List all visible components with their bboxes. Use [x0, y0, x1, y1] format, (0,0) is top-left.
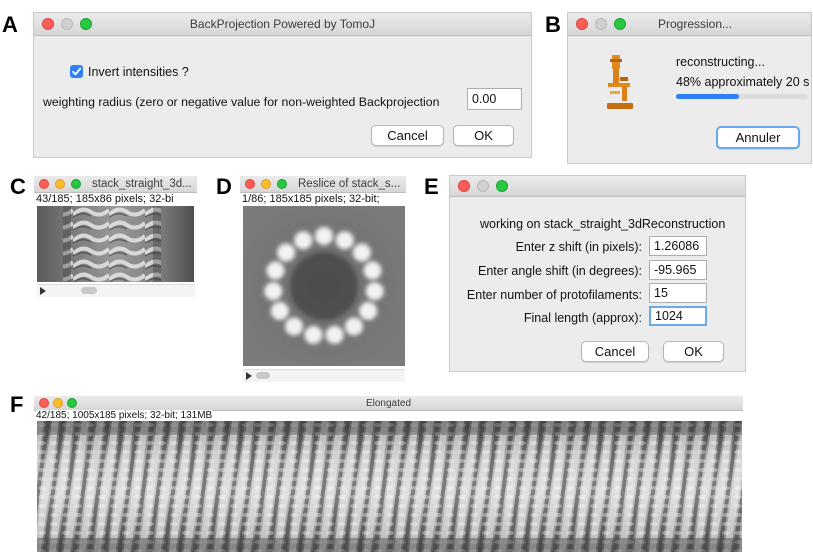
panel-letter-f: F	[10, 392, 24, 417]
protofilament-blob	[285, 317, 304, 336]
window-title: Progression...	[658, 17, 733, 31]
panel-letter-c: C	[10, 174, 26, 199]
stack-window: stack_straight_3d... 43/185; 185x86 pixe…	[34, 176, 197, 298]
checkmark-icon	[72, 67, 82, 76]
panel-letter-a: A	[2, 12, 18, 37]
angle-shift-label: Enter angle shift (in degrees):	[478, 264, 642, 278]
angle-shift-field[interactable]: -95.965	[649, 260, 707, 280]
ok-button[interactable]: OK	[663, 341, 724, 362]
elongated-window: Elongated 42/185; 1005x185 pixels; 32-bi…	[34, 396, 743, 556]
slice-scrollbar[interactable]	[37, 284, 195, 297]
reslice-window: Reslice of stack_s... 1/86; 185x185 pixe…	[240, 176, 406, 386]
progress-bar	[676, 94, 740, 99]
close-button[interactable]	[458, 180, 470, 192]
backprojection-dialog: BackProjection Powered by TomoJ Invert i…	[33, 12, 532, 158]
weighting-radius-field[interactable]: 0.00	[467, 88, 522, 110]
close-button[interactable]	[576, 18, 588, 30]
final-length-label: Final length (approx):	[523, 311, 642, 325]
title-bar: Reslice of stack_s...	[240, 176, 406, 193]
elongated-image[interactable]	[37, 421, 742, 552]
close-button[interactable]	[245, 179, 255, 189]
panel-letter-d: D	[216, 174, 232, 199]
ok-button[interactable]: OK	[453, 125, 514, 146]
microscope-icon	[607, 55, 633, 109]
protofilament-blob	[359, 302, 378, 320]
zoom-button[interactable]	[71, 179, 81, 189]
panel-letter-b: B	[545, 12, 561, 37]
zoom-button[interactable]	[496, 180, 508, 192]
window-title: stack_straight_3d...	[92, 178, 192, 190]
cancel-button[interactable]: Cancel	[581, 341, 649, 362]
scrollbar-thumb[interactable]	[256, 372, 270, 379]
invert-checkbox[interactable]	[70, 65, 83, 78]
close-button[interactable]	[39, 179, 49, 189]
z-shift-field[interactable]: 1.26086	[649, 236, 707, 256]
window-title: Elongated	[365, 398, 412, 409]
cancel-button[interactable]: Cancel	[371, 125, 444, 146]
protofilament-blob	[264, 282, 283, 301]
protofilament-blob	[304, 325, 323, 344]
title-bar: Progression...	[568, 13, 811, 36]
protofilament-blob	[363, 261, 382, 280]
status-text: reconstructing...	[676, 55, 765, 69]
final-length-field[interactable]: 1024	[649, 306, 707, 326]
progress-track	[676, 94, 808, 99]
protofilaments-label: Enter number of protofilaments:	[466, 288, 642, 302]
protofilament-blob	[315, 227, 333, 245]
title-bar: Elongated	[34, 396, 743, 411]
play-icon[interactable]	[246, 372, 252, 380]
stack-image[interactable]	[37, 206, 194, 282]
title-bar: stack_straight_3d...	[34, 176, 197, 193]
z-shift-label: Enter z shift (in pixels):	[515, 240, 642, 254]
protofilament-blob	[344, 317, 363, 336]
title-bar	[450, 176, 745, 197]
progress-detail: 48% approximately 20 s	[676, 75, 810, 89]
protofilament-blob	[270, 302, 289, 320]
zoom-button[interactable]	[277, 179, 287, 189]
protofilament-blob	[365, 282, 384, 301]
window-title: Reslice of stack_s...	[298, 178, 401, 190]
cross-section-image[interactable]	[243, 206, 405, 366]
zoom-button[interactable]	[614, 18, 626, 30]
play-icon[interactable]	[40, 287, 46, 295]
progression-dialog: Progression... reconstructing... 48% app…	[567, 12, 812, 164]
panel-letter-e: E	[424, 174, 439, 199]
minimize-button[interactable]	[261, 179, 271, 189]
minimize-button[interactable]	[595, 18, 607, 30]
minimize-button[interactable]	[55, 179, 65, 189]
protofilament-blob	[277, 243, 296, 262]
window-title: BackProjection Powered by TomoJ	[189, 17, 376, 31]
minimize-button[interactable]	[477, 180, 489, 192]
protofilament-blob	[325, 325, 344, 344]
dialog-header: working on stack_straight_3dReconstructi…	[480, 217, 726, 231]
protofilaments-field[interactable]: 15	[649, 283, 707, 303]
image-info: 43/185; 185x86 pixels; 32-bi	[36, 193, 196, 205]
reconstruction-dialog: working on stack_straight_3dReconstructi…	[449, 175, 746, 372]
protofilament-blob	[352, 243, 371, 262]
invert-checkbox-label: Invert intensities ?	[88, 65, 189, 79]
cancel-progress-button[interactable]: Annuler	[716, 126, 800, 149]
protofilament-blob	[294, 231, 313, 250]
image-info: 42/185; 1005x185 pixels; 32-bit; 131MB	[36, 410, 213, 421]
protofilament-blob	[266, 261, 285, 280]
protofilament-blob	[335, 231, 354, 250]
image-info: 1/86; 185x185 pixels; 32-bit;	[242, 193, 405, 205]
slice-scrollbar[interactable]	[243, 369, 405, 382]
weighting-radius-label: weighting radius (zero or negative value…	[43, 95, 440, 109]
scrollbar-thumb[interactable]	[81, 287, 97, 294]
title-bar: BackProjection Powered by TomoJ	[34, 13, 531, 36]
